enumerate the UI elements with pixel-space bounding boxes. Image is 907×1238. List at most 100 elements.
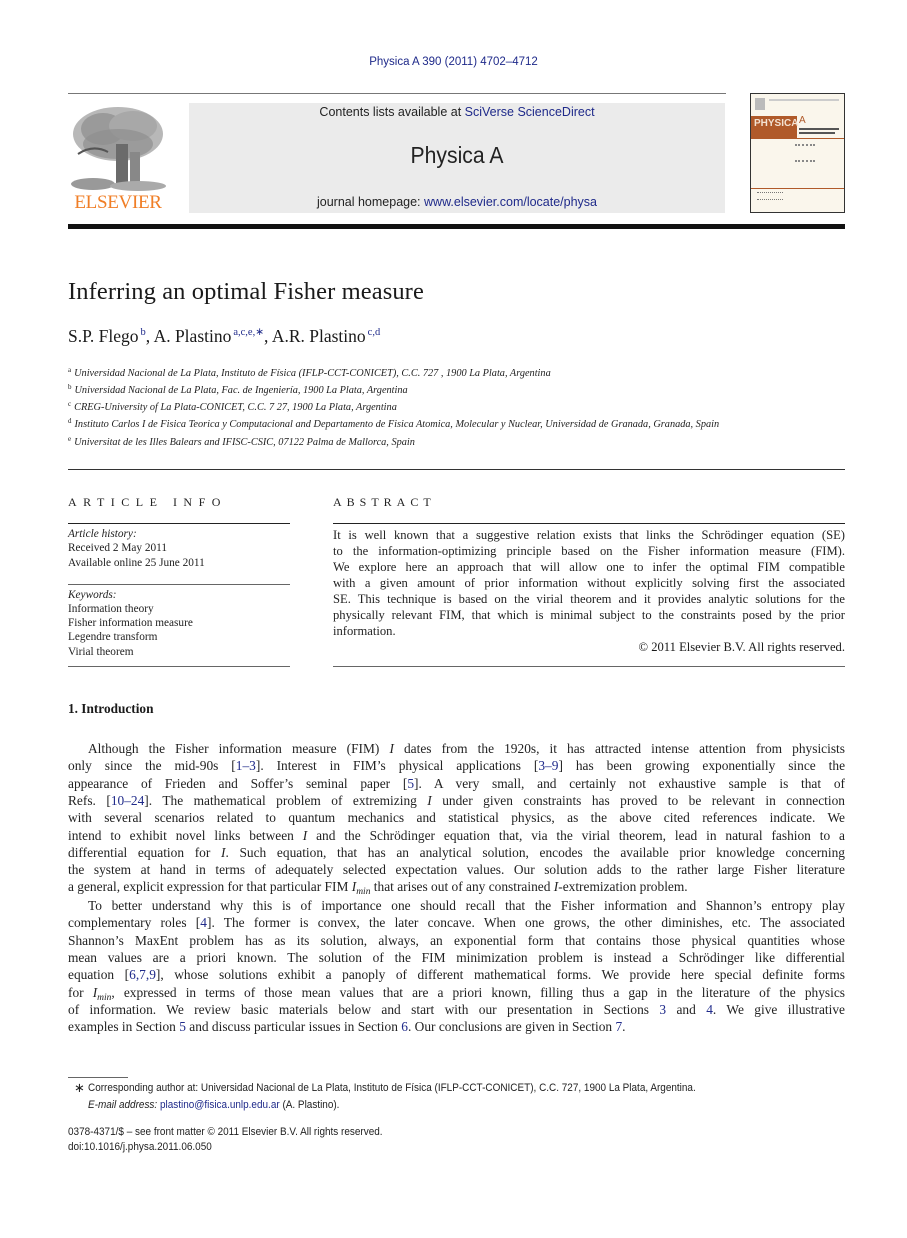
affiliation: c CREG-University of La Plata-CONICET, C.… xyxy=(68,400,397,413)
reference-link[interactable]: 10–24 xyxy=(111,793,144,808)
reference-link[interactable]: 5 xyxy=(407,776,414,791)
author-name: S.P. Flego xyxy=(68,326,139,346)
homepage-link[interactable]: www.elsevier.com/locate/physa xyxy=(424,195,597,209)
affiliations-rule xyxy=(68,469,845,470)
affiliation-text: Universidad Nacional de La Plata, Instit… xyxy=(74,368,551,379)
reference-link[interactable]: 7 xyxy=(615,1019,622,1034)
affiliation: d Instituto Carlos I de Fisica Teorica y … xyxy=(68,417,719,430)
elsevier-wordmark: ELSEVIER xyxy=(74,192,162,213)
contents-prefix: Contents lists available at xyxy=(319,105,465,119)
paragraph-line: appearance of Frieden and Soffer’s semin… xyxy=(68,775,845,791)
affiliation-text: Instituto Carlos I de Fisica Teorica y C… xyxy=(74,419,720,430)
reference-link[interactable]: 4 xyxy=(706,1002,713,1017)
doi-link[interactable]: doi:10.1016/j.physa.2011.06.050 xyxy=(68,1141,212,1153)
cover-letter: A xyxy=(799,115,806,126)
journal-citation[interactable]: Physica A 390 (2011) 4702–4712 xyxy=(0,56,907,68)
affiliation-key: a xyxy=(68,366,72,374)
abstract-line: to the information-optimizing principle … xyxy=(333,544,845,558)
reference-link[interactable]: 6,7,9 xyxy=(129,967,156,982)
math-symbol: I xyxy=(220,844,226,860)
affiliation-key: c xyxy=(68,400,72,408)
cover-logo-icon xyxy=(755,98,765,110)
paragraph-line: with several scenarios related to quantu… xyxy=(68,810,845,826)
email-suffix: (A. Plastino). xyxy=(279,1099,340,1111)
reference-link[interactable]: 5 xyxy=(179,1019,186,1034)
affiliation-key: d xyxy=(68,417,72,425)
author[interactable]: S.P. Flego b xyxy=(68,326,146,346)
math-symbol: I xyxy=(553,879,559,895)
author-affiliation-ref[interactable]: c,d xyxy=(368,327,381,338)
keywords-label: Keywords: xyxy=(68,589,117,601)
reference-link[interactable]: 6 xyxy=(401,1019,408,1034)
abstract-line: SE. This technique is based on the viria… xyxy=(333,592,845,606)
author-name: A.R. Plastino xyxy=(271,326,366,346)
paragraph-line: Although the Fisher information measure … xyxy=(88,741,845,756)
reference-link[interactable]: 4 xyxy=(200,915,207,930)
math-symbol: I xyxy=(427,792,432,808)
author[interactable]: A. Plastino a,c,e,∗ xyxy=(154,326,264,346)
abstract-line: physically relevant FIM, that which is m… xyxy=(333,608,845,622)
paragraph-line: a general, explicit expression for that … xyxy=(68,879,688,898)
email-label: E-mail address: xyxy=(88,1099,160,1111)
reference-link[interactable]: 1–3 xyxy=(236,758,256,773)
header-rule xyxy=(68,93,726,94)
paragraph-line: differential equation for I. Such equati… xyxy=(68,844,845,860)
keywords-rule xyxy=(68,584,290,585)
journal-name: Physica A xyxy=(410,142,504,168)
paragraph-line: only since the mid-90s [1–3]. Interest i… xyxy=(68,758,846,774)
elsevier-logo[interactable]: ELSEVIER xyxy=(68,104,168,214)
author-affiliation-ref[interactable]: a,c,e,∗ xyxy=(233,327,264,338)
sciencedirect-link[interactable]: SciVerse ScienceDirect xyxy=(465,105,595,119)
affiliation-key: b xyxy=(68,383,72,391)
abstract-rule xyxy=(333,523,845,524)
abstract-bottom-rule xyxy=(333,666,845,667)
cover-title: PHYSICA xyxy=(754,118,799,129)
email-link[interactable]: plastino@fisica.unlp.edu.ar xyxy=(160,1099,280,1111)
available-date: Available online 25 June 2011 xyxy=(68,557,205,569)
cover-subtitle-line xyxy=(799,132,835,134)
masthead-rule xyxy=(68,224,845,229)
reference-link[interactable]: 3–9 xyxy=(538,758,558,773)
article-title: Inferring an optimal Fisher measure xyxy=(68,278,424,305)
math-symbol: I xyxy=(302,827,308,843)
cover-divider xyxy=(751,138,844,139)
keyword: Virial theorem xyxy=(68,646,134,658)
math-symbol: I xyxy=(389,741,394,756)
math-subscript: min xyxy=(356,887,371,898)
keyword: Legendre transform xyxy=(68,631,158,643)
affiliation-key: e xyxy=(68,435,72,443)
paragraph-line: To better understand why this is of impo… xyxy=(88,898,845,913)
received-date: Received 2 May 2011 xyxy=(68,542,168,554)
contents-line: Contents lists available at SciVerse Sci… xyxy=(189,105,725,119)
cover-footer-lines xyxy=(757,192,783,200)
homepage-line: journal homepage: www.elsevier.com/locat… xyxy=(189,195,725,209)
cover-header-line xyxy=(769,99,839,101)
math-symbol: Imin xyxy=(92,984,112,1003)
homepage-prefix: journal homepage: xyxy=(316,195,425,209)
author-separator: , xyxy=(264,326,272,346)
paragraph-line: of information. We review basic material… xyxy=(68,1001,845,1017)
paragraph-line: mean values are a priori known. The solu… xyxy=(68,949,845,965)
elsevier-tree-icon xyxy=(71,107,166,191)
cover-toc-lines xyxy=(795,144,815,162)
author-separator: , xyxy=(145,326,154,346)
paragraph-line: for Imin, expressed in terms of those me… xyxy=(68,984,845,1003)
paragraph-line: intend to exhibit novel links between I … xyxy=(68,827,845,843)
affiliation: b Universidad Nacional de La Plata, Fac. … xyxy=(68,383,408,396)
footnote-rule xyxy=(68,1077,128,1078)
reference-link[interactable]: 3 xyxy=(659,1002,666,1017)
author-name: A. Plastino xyxy=(153,326,232,346)
journal-cover-thumbnail[interactable]: PHYSICA A xyxy=(750,93,845,213)
affiliation-text: Universitat de les Illes Balears and IFI… xyxy=(74,437,415,448)
abstract-line: information. xyxy=(333,624,396,638)
paragraph-line: the system at hand in terms of adequatel… xyxy=(68,862,845,878)
abstract-copyright: © 2011 Elsevier B.V. All rights reserved… xyxy=(638,640,846,654)
paragraph-line: examples in Section 5 and discuss partic… xyxy=(68,1019,626,1035)
author[interactable]: A.R. Plastino c,d xyxy=(272,326,380,346)
author-list: S.P. Flego b, A. Plastino a,c,e,∗, A.R. Pl… xyxy=(68,326,380,347)
affiliation-text: Universidad Nacional de La Plata, Fac. d… xyxy=(74,385,408,396)
paragraph-line: Refs. [10–24]. The mathematical problem … xyxy=(68,792,845,808)
abstract-heading: ABSTRACT xyxy=(333,495,436,509)
corresponding-author-note: Corresponding author at: Universidad Nac… xyxy=(88,1082,696,1094)
article-info-bottom-rule xyxy=(68,666,290,667)
